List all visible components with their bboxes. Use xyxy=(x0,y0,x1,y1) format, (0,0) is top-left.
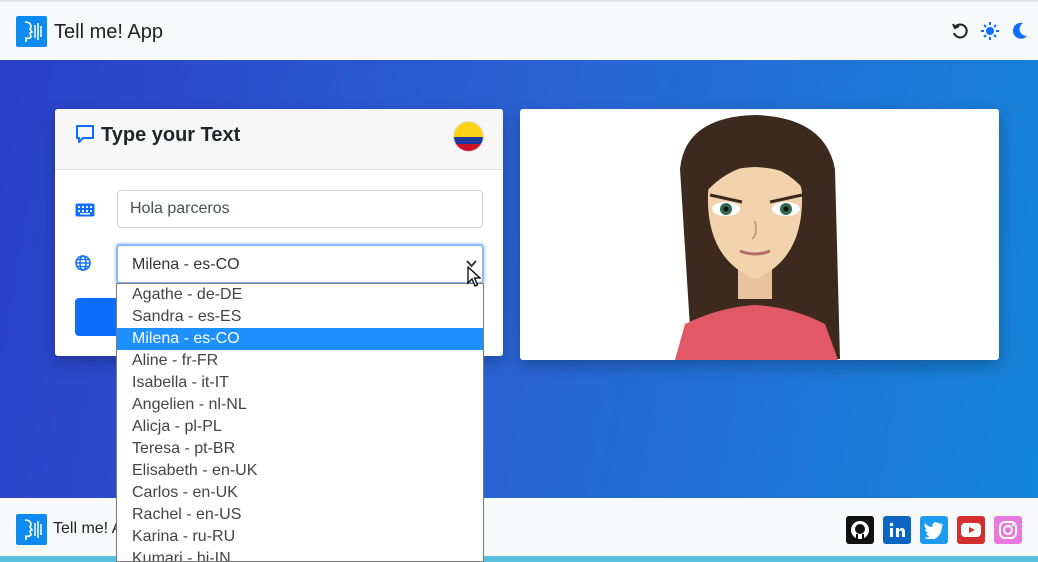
dropdown-option[interactable]: Rachel - en-US xyxy=(117,504,483,526)
chat-icon xyxy=(75,124,95,149)
app-logo-icon[interactable] xyxy=(16,16,47,47)
colombia-flag-icon xyxy=(453,121,484,152)
dropdown-option-selected[interactable]: Milena - es-CO xyxy=(117,328,483,350)
card-header: Type your Text xyxy=(55,109,503,170)
dropdown-option[interactable]: Agathe - de-DE xyxy=(117,284,483,306)
mouse-cursor-icon xyxy=(467,265,482,293)
dropdown-option[interactable]: Karina - ru-RU xyxy=(117,526,483,548)
card-title: Type your Text xyxy=(101,124,241,146)
footer-logo-icon[interactable] xyxy=(16,514,47,545)
dropdown-option[interactable]: Isabella - it-IT xyxy=(117,372,483,394)
globe-icon xyxy=(75,255,91,276)
voice-dropdown-list[interactable]: Agathe - de-DE Sandra - es-ES Milena - e… xyxy=(116,283,484,562)
github-icon[interactable] xyxy=(846,516,874,544)
top-navbar: Tell me! App xyxy=(0,0,1038,60)
dropdown-option[interactable]: Alicja - pl-PL xyxy=(117,416,483,438)
text-input[interactable] xyxy=(117,190,483,228)
dropdown-option[interactable]: Kumari - hi-IN xyxy=(117,548,483,561)
twitter-icon[interactable] xyxy=(920,516,948,544)
dropdown-option[interactable]: Sandra - es-ES xyxy=(117,306,483,328)
dropdown-option[interactable]: Aline - fr-FR xyxy=(117,350,483,372)
app-brand[interactable]: Tell me! App xyxy=(54,21,163,44)
keyboard-icon xyxy=(75,203,95,222)
instagram-icon[interactable] xyxy=(994,516,1022,544)
dropdown-option[interactable]: Angelien - nl-NL xyxy=(117,394,483,416)
sun-icon[interactable] xyxy=(980,20,1000,42)
avatar-image xyxy=(675,115,840,360)
avatar-card xyxy=(520,109,999,360)
dropdown-option[interactable]: Teresa - pt-BR xyxy=(117,438,483,460)
youtube-icon[interactable] xyxy=(957,516,985,544)
voice-select[interactable]: Milena - es-CO xyxy=(116,244,484,284)
dropdown-option[interactable]: Carlos - en-UK xyxy=(117,482,483,504)
linkedin-icon[interactable] xyxy=(883,516,911,544)
moon-icon[interactable] xyxy=(1010,20,1030,42)
reset-icon[interactable] xyxy=(950,20,970,42)
footer-brand: Tell me! A xyxy=(53,520,123,537)
voice-select-value: Milena - es-CO xyxy=(132,256,240,273)
dropdown-option[interactable]: Elisabeth - en-UK xyxy=(117,460,483,482)
